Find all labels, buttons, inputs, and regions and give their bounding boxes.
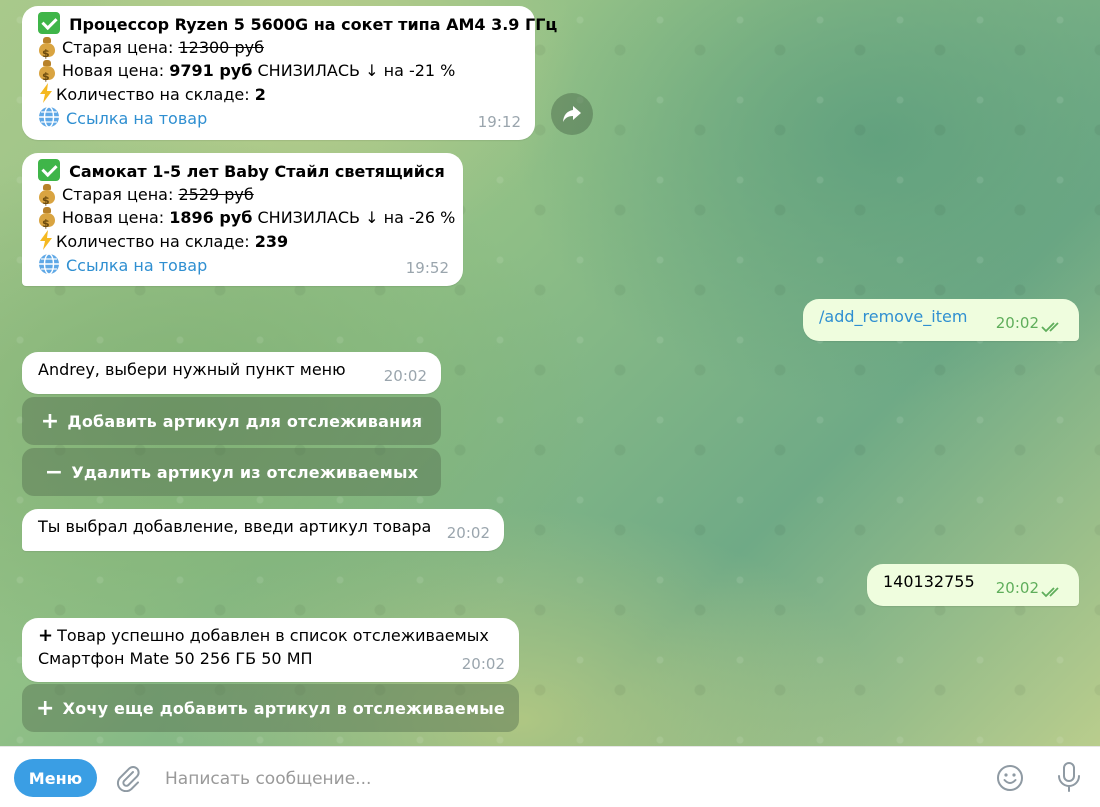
message-outgoing-article: 140132755 20:02	[867, 564, 1079, 606]
globe-icon	[38, 253, 60, 275]
old-price-label: Старая цена:	[62, 185, 174, 204]
remove-article-button[interactable]: − Удалить артикул из отслеживаемых	[22, 448, 441, 496]
globe-icon	[38, 106, 60, 128]
button-label: Удалить артикул из отслеживаемых	[71, 462, 419, 482]
command-text[interactable]: /add_remove_item	[819, 307, 967, 326]
stock-value: 2	[254, 85, 266, 104]
price-change: СНИЗИЛАСЬ ↓ на -26 %	[257, 208, 456, 227]
stock-label: Количество на складе:	[56, 85, 250, 104]
product-title: Процессор Ryzen 5 5600G на сокет типа AM…	[69, 15, 558, 34]
message-time: 20:02	[995, 579, 1039, 597]
money-bag-icon	[38, 207, 56, 235]
minus-icon: −	[44, 459, 64, 485]
product-title: Самокат 1-5 лет Baby Стайл светящийся	[69, 162, 445, 181]
money-bag-icon	[38, 60, 56, 88]
message-time: 20:02	[446, 524, 490, 542]
new-price-value: 9791 руб	[169, 61, 253, 80]
message-time: 20:02	[461, 655, 505, 673]
confirmation-text: Товар успешно добавлен в список отслежив…	[57, 626, 489, 645]
read-ticks-icon	[1041, 322, 1059, 333]
price-change: СНИЗИЛАСЬ ↓ на -21 %	[257, 61, 456, 80]
new-price-label: Новая цена:	[62, 208, 165, 227]
old-price-label: Старая цена:	[62, 38, 174, 57]
message-price-drop-2: Самокат 1-5 лет Baby Стайл светящийся Ст…	[22, 153, 463, 286]
new-price-value: 1896 руб	[169, 208, 253, 227]
money-bag-icon	[38, 37, 56, 65]
message-time: 19:52	[405, 259, 449, 277]
old-price-value: 2529 руб	[178, 185, 254, 204]
article-text: 140132755	[883, 572, 975, 591]
message-composer: Меню	[0, 746, 1100, 807]
message-text: Ты выбрал добавление, введи артикул това…	[38, 517, 432, 536]
stock-label: Количество на складе:	[56, 232, 250, 251]
add-more-article-button[interactable]: + Хочу еще добавить артикул в отслеживае…	[22, 684, 519, 732]
message-price-drop-1: Процессор Ryzen 5 5600G на сокет типа AM…	[22, 6, 557, 140]
button-label: Хочу еще добавить артикул в отслеживаемы…	[62, 698, 505, 718]
plus-icon: +	[36, 695, 55, 721]
plus-icon: +	[40, 408, 60, 434]
old-price-value: 12300 руб	[178, 38, 264, 57]
message-time: 20:02	[995, 314, 1039, 332]
message-outgoing-command: /add_remove_item 20:02	[803, 299, 1079, 341]
lightning-icon	[38, 229, 54, 251]
message-time: 19:12	[477, 113, 521, 131]
share-button[interactable]	[551, 93, 593, 135]
menu-button[interactable]: Меню	[14, 759, 97, 797]
button-label: Добавить артикул для отслеживания	[67, 411, 423, 431]
share-arrow-icon	[563, 106, 581, 122]
add-article-button[interactable]: + Добавить артикул для отслеживания	[22, 397, 441, 445]
message-add-prompt: Ты выбрал добавление, введи артикул това…	[22, 509, 504, 551]
read-ticks-icon	[1041, 587, 1059, 598]
product-link[interactable]: Ссылка на товар	[66, 256, 207, 275]
check-mark-icon	[38, 12, 60, 34]
emoji-icon[interactable]	[995, 763, 1025, 793]
message-input[interactable]	[165, 767, 945, 791]
paperclip-icon[interactable]	[114, 764, 142, 792]
check-mark-icon	[38, 159, 60, 181]
stock-value: 239	[254, 232, 289, 251]
plus-icon: +	[38, 625, 54, 646]
product-link[interactable]: Ссылка на товар	[66, 109, 207, 128]
message-text: Andrey, выбери нужный пункт меню	[38, 360, 346, 379]
lightning-icon	[38, 82, 54, 104]
message-menu-prompt: Andrey, выбери нужный пункт меню 20:02	[22, 352, 441, 394]
product-name: Смартфон Mate 50 256 ГБ 50 МП	[38, 649, 313, 668]
message-time: 20:02	[383, 367, 427, 385]
message-added-confirmation: + Товар успешно добавлен в список отслежи…	[22, 618, 519, 682]
new-price-label: Новая цена:	[62, 61, 165, 80]
microphone-icon[interactable]	[1056, 761, 1082, 793]
chat-area: Процессор Ryzen 5 5600G на сокет типа AM…	[0, 0, 1100, 746]
money-bag-icon	[38, 184, 56, 212]
